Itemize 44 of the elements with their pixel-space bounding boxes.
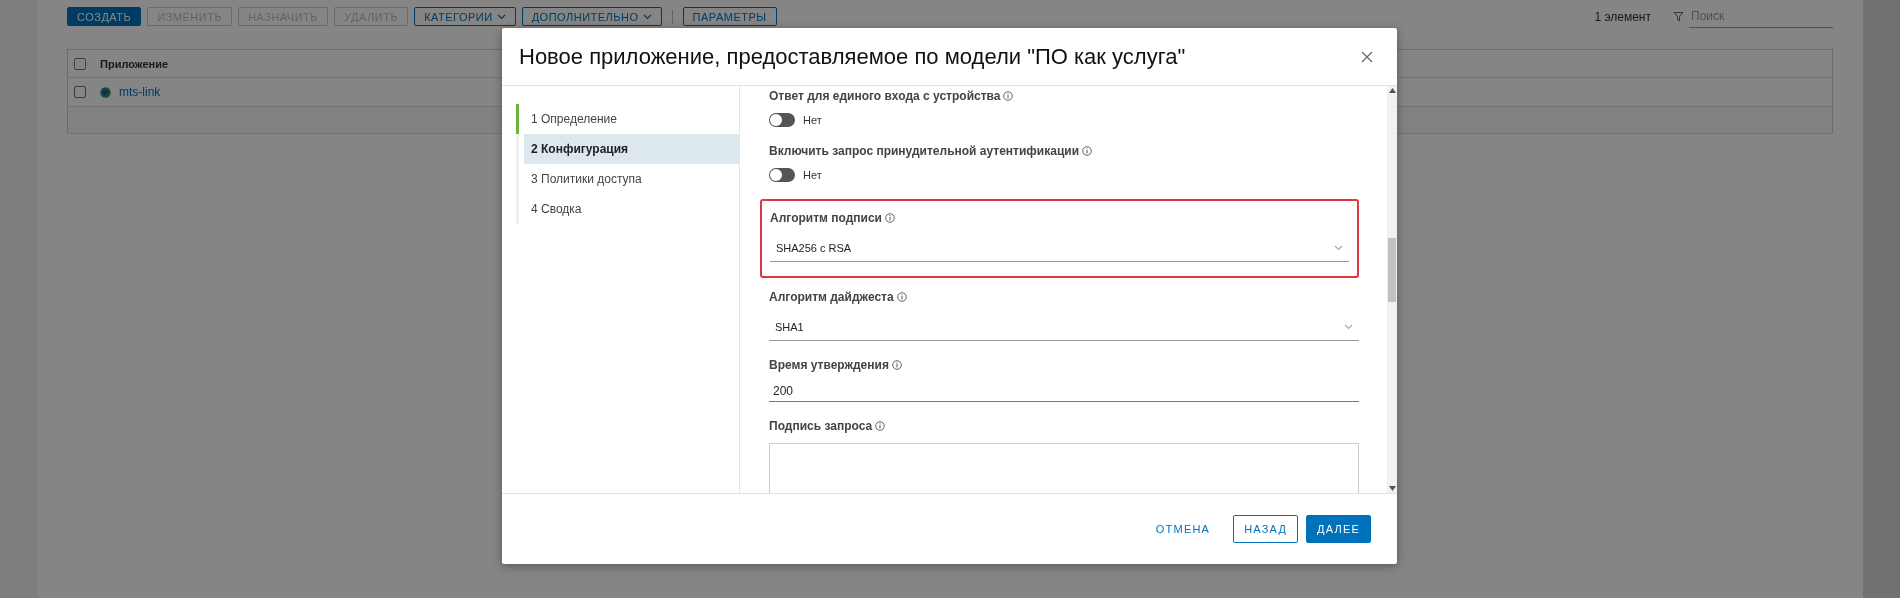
info-icon <box>875 421 886 431</box>
toolbar-button[interactable]: СОЗДАТЬ <box>67 7 142 26</box>
checkbox[interactable] <box>74 86 86 98</box>
toggle-label: Нет <box>803 114 822 126</box>
input-field[interactable]: 200 <box>769 380 1359 402</box>
caret-icon <box>1334 245 1343 251</box>
caret-icon <box>1344 324 1353 330</box>
dialog-button[interactable]: ДАЛЕЕ <box>1306 515 1371 543</box>
globe-icon <box>100 86 111 98</box>
field-label: Алгоритм дайджеста <box>769 290 894 304</box>
caret-icon <box>496 13 506 20</box>
filter-icon <box>1673 11 1684 22</box>
scrollbar[interactable] <box>1387 86 1397 493</box>
dropdown-button[interactable]: КАТЕГОРИИ <box>414 7 516 26</box>
select-field[interactable]: SHA256 с RSA <box>770 235 1349 262</box>
toggle-label: Нет <box>803 169 822 181</box>
field-label: Время утверждения <box>769 358 889 372</box>
caret-icon <box>642 13 652 20</box>
close-icon[interactable] <box>1361 50 1373 63</box>
dialog-button[interactable]: НАЗАД <box>1233 515 1299 543</box>
checkbox[interactable] <box>74 57 86 70</box>
field-label: Ответ для единого входа с устройства <box>769 89 1001 103</box>
info-icon <box>891 360 902 370</box>
toggle-switch[interactable] <box>769 168 795 182</box>
info-icon <box>896 292 907 302</box>
dropdown-button[interactable]: ДОПОЛНИТЕЛЬНО <box>521 7 662 26</box>
field-label: Подпись запроса <box>769 419 873 433</box>
text-area[interactable] <box>769 443 1359 493</box>
app-link[interactable]: mts-link <box>119 85 161 99</box>
item-count: 1 элемент <box>1594 9 1651 24</box>
scrollbar-thumb[interactable] <box>1388 237 1396 302</box>
wizard-step[interactable]: 3 Политики доступа <box>516 164 739 194</box>
field-label: Алгоритм подписи <box>770 211 882 225</box>
wizard-step[interactable]: 2 Конфигурация <box>524 134 739 164</box>
select-field[interactable]: SHA1 <box>769 314 1359 341</box>
info-icon <box>1082 146 1093 156</box>
scroll-up-icon <box>1388 88 1396 93</box>
info-icon <box>1003 91 1014 101</box>
scroll-down-icon <box>1388 486 1396 491</box>
info-icon <box>884 213 895 223</box>
toggle-switch[interactable] <box>769 113 795 127</box>
field-label: Включить запрос принудительной аутентификации <box>769 144 1080 158</box>
toolbar-button[interactable]: ПАРАМЕТРЫ <box>682 7 777 26</box>
wizard-step[interactable]: 4 Сводка <box>516 194 739 224</box>
